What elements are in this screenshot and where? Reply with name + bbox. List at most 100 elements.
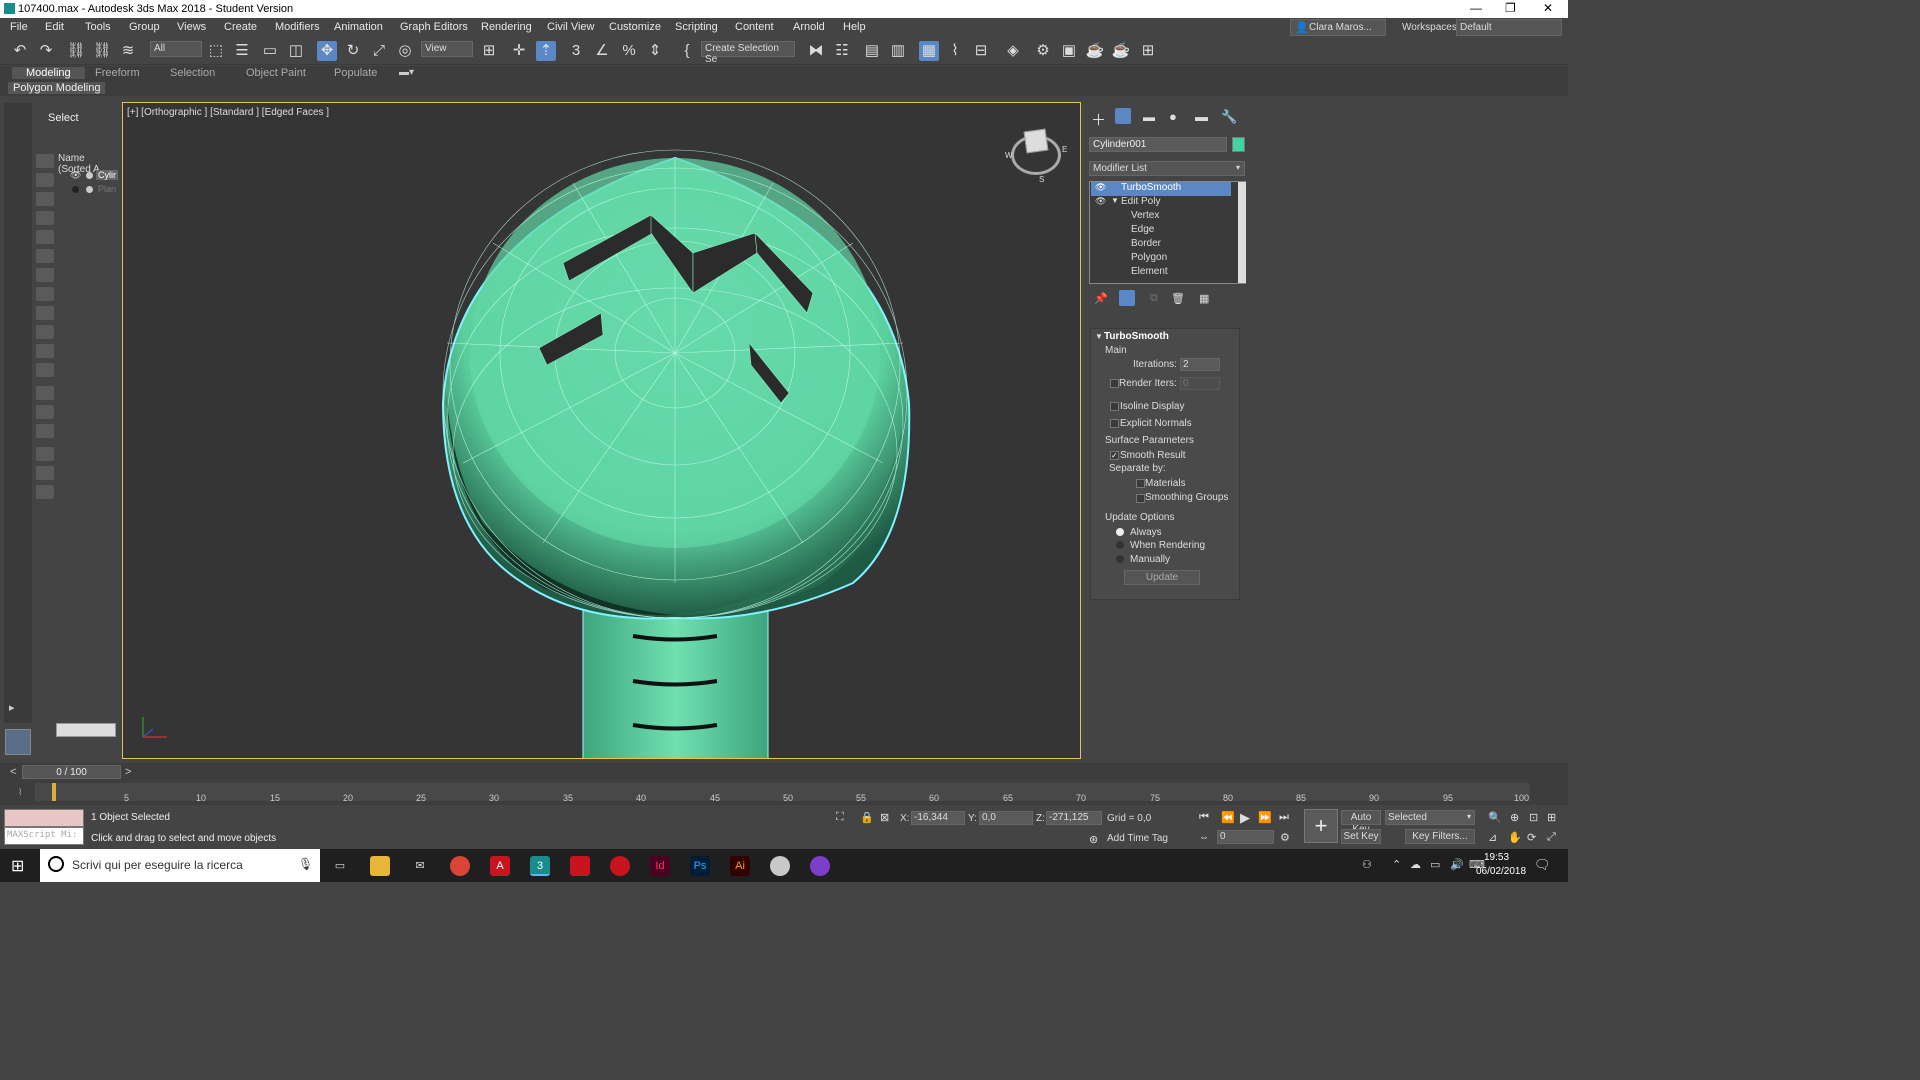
modify-tab-icon[interactable] [1115,108,1131,124]
workspace-dropdown[interactable]: Default [1456,19,1562,36]
expand-triangle-icon[interactable]: ▼ [1111,196,1119,205]
taskbar-search-box[interactable]: Scrivi qui per eseguire la ricerca 🎙 [40,849,320,882]
display-containers-icon[interactable] [36,325,54,339]
smoothing-groups-checkbox[interactable] [1136,494,1145,503]
selection-lock-icon[interactable]: 🔒 [860,811,874,824]
freeze-dot-icon[interactable] [86,186,93,193]
eye-icon[interactable]: 👁 [1095,196,1106,207]
app-purple-icon[interactable] [810,856,830,876]
menu-arnold[interactable]: Arnold [793,21,825,33]
ribbon-toggle-icon[interactable]: ▦ [919,41,939,61]
user-account-button[interactable]: 👤 Clara Maros... [1290,19,1386,36]
ribbon-tab-modeling[interactable]: Modeling [12,67,85,79]
mirror-icon[interactable]: ⧓ [806,41,826,61]
eye-icon[interactable]: 👁 [70,170,81,181]
chrome-icon[interactable] [450,856,470,876]
hierarchy-tab-icon[interactable]: ▬ [1143,110,1155,124]
zoom-all-icon[interactable]: ⊕ [1510,811,1519,824]
task-view-icon[interactable]: ▭ [330,856,350,876]
absolute-mode-icon[interactable]: ⊠ [880,811,889,824]
restore-icon[interactable]: ❐ [1505,1,1516,15]
next-frame-icon[interactable]: ⏩ [1258,811,1272,824]
explorer-item-cylinder[interactable]: 👁 Cylir [70,170,118,183]
stack-item-border[interactable]: Border [1091,238,1231,252]
display-none-icon[interactable] [36,154,54,168]
onedrive-icon[interactable]: ☁ [1410,858,1421,871]
volume-icon[interactable]: 🔊 [1450,858,1464,871]
isolate-selection-icon[interactable]: ⛶ [836,811,844,824]
display-all-icon[interactable] [36,386,54,400]
mail-icon[interactable]: ✉ [410,856,430,876]
hidden-dot-icon[interactable] [72,186,79,193]
motion-tab-icon[interactable]: ● [1169,109,1177,124]
place-icon[interactable]: ◎ [395,41,415,61]
materials-checkbox[interactable] [1136,479,1145,488]
prev-frame-icon[interactable]: ⏪ [1221,811,1235,824]
menu-tools[interactable]: Tools [85,21,111,33]
display-invert-icon[interactable] [36,424,54,438]
window-crossing-icon[interactable]: ◫ [286,41,306,61]
zoom-extents-icon[interactable]: ⊡ [1529,811,1538,824]
smooth-result-checkbox[interactable]: ✓ [1110,451,1119,460]
modifier-stack-scrollbar[interactable] [1238,182,1246,283]
menu-file[interactable]: File [10,21,28,33]
field-of-view-icon[interactable]: ⊿ [1488,831,1497,844]
file-explorer-icon[interactable] [370,856,390,876]
display-helpers-icon[interactable] [36,230,54,244]
menu-views[interactable]: Views [177,21,206,33]
named-selection-dropdown[interactable]: Create Selection Se [701,41,795,65]
time-cursor[interactable] [52,783,56,801]
ribbon-options-icon[interactable]: ▬▾ [399,67,414,78]
freeze-dot-icon[interactable] [86,172,93,179]
menu-animation[interactable]: Animation [334,21,383,33]
windows-start-icon[interactable]: ⊞ [11,856,24,876]
maximize-viewport-icon[interactable]: ⤢ [1547,831,1556,844]
display-bones-icon[interactable] [36,306,54,320]
render-iters-spinner[interactable]: 0 [1180,377,1220,390]
set-key-button[interactable]: Set Key [1341,829,1381,844]
photoshop-icon[interactable]: Ps [690,856,710,876]
explorer-item-plane[interactable]: Plan [70,184,118,197]
ribbon-tab-freeform[interactable]: Freeform [95,67,140,79]
rendered-frame-window-icon[interactable]: ▣ [1059,41,1079,61]
explicit-normals-checkbox[interactable] [1110,419,1119,428]
time-slider[interactable]: 0 / 100 [22,765,121,779]
render-iterative-icon[interactable]: ☕ [1111,41,1131,61]
object-name-field[interactable]: Cylinder001 [1089,137,1227,152]
bind-space-warp-icon[interactable]: ≋ [118,41,138,61]
maxscript-mini-input[interactable]: MAXScript Mi: [4,827,84,845]
utilities-tab-icon[interactable]: 🔧 [1221,109,1237,125]
create-tab-icon[interactable]: ＋ [1091,109,1106,130]
align-icon[interactable]: ☷ [832,41,852,61]
auto-key-button[interactable]: Auto Key [1341,810,1381,835]
display-cameras-icon[interactable] [36,211,54,225]
menu-group[interactable]: Group [129,21,160,33]
snipping-tool-icon[interactable] [770,856,790,876]
folder-icon[interactable] [36,485,54,499]
menu-customize[interactable]: Customize [609,21,661,33]
minimize-icon[interactable]: — [1470,1,1482,15]
display-geometry-icon[interactable] [36,173,54,187]
current-frame-field[interactable]: 0 [1217,830,1274,844]
rotate-icon[interactable]: ↻ [343,41,363,61]
always-radio[interactable] [1116,528,1124,536]
spinner-snap-icon[interactable]: ⇕ [645,41,665,61]
goto-end-icon[interactable]: ⏭ [1279,811,1289,824]
display-spacewarps-icon[interactable] [36,249,54,263]
pan-icon[interactable]: ✋ [1508,831,1522,844]
rect-selection-icon[interactable]: ▭ [260,41,280,61]
menu-edit[interactable]: Edit [45,21,64,33]
people-icon[interactable]: ⚇ [1362,858,1372,871]
stack-item-turbosmooth[interactable]: TurboSmooth [1091,182,1231,196]
pin-stack-icon[interactable]: 📌 [1094,292,1108,305]
curve-editor-mini-icon[interactable]: ⌇ [18,787,22,798]
link-icon[interactable]: ⛓ [66,41,86,61]
display-hidden-icon[interactable] [36,363,54,377]
display-tab-icon[interactable]: ▬ [1195,109,1208,124]
y-coordinate-field[interactable]: 0,0 [979,811,1033,825]
menu-create[interactable]: Create [224,21,257,33]
display-lights-icon[interactable] [36,192,54,206]
schematic-view-icon[interactable]: ⊟ [971,41,991,61]
render-setup-icon[interactable]: ⚙ [1033,41,1053,61]
pivot-center-icon[interactable]: ⊞ [479,41,499,61]
